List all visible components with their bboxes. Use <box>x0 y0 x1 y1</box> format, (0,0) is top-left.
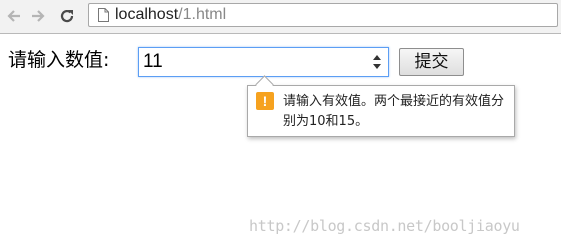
validation-message: 请输入有效值。两个最接近的有效值分别为10和15。 <box>283 94 505 129</box>
tooltip-arrow <box>255 75 274 94</box>
arrow-left-icon <box>7 10 20 22</box>
address-url: localhost/1.html <box>115 6 226 24</box>
submit-button[interactable]: 提交 <box>399 48 464 76</box>
watermark: http://blog.csdn.net/booljiaoyu <box>249 217 520 235</box>
browser-toolbar: localhost/1.html <box>0 0 561 34</box>
number-spinner[interactable] <box>373 53 382 71</box>
url-host: localhost <box>115 6 179 23</box>
back-button[interactable] <box>4 5 24 27</box>
number-label: 请输入数值: <box>8 49 110 71</box>
page-icon <box>98 8 109 22</box>
spin-down-icon[interactable] <box>373 64 381 69</box>
forward-button[interactable] <box>28 5 48 27</box>
url-path: /1.html <box>178 6 227 23</box>
address-bar[interactable]: localhost/1.html <box>88 3 558 27</box>
reload-button[interactable] <box>57 5 77 27</box>
validation-tooltip: ! 请输入有效值。两个最接近的有效值分别为10和15。 <box>247 75 515 137</box>
number-input[interactable]: 11 <box>138 47 389 77</box>
warning-icon: ! <box>256 92 274 110</box>
reload-icon <box>60 9 74 23</box>
spin-up-icon[interactable] <box>373 55 381 60</box>
number-input-value: 11 <box>143 51 163 72</box>
arrow-right-icon <box>32 10 45 22</box>
